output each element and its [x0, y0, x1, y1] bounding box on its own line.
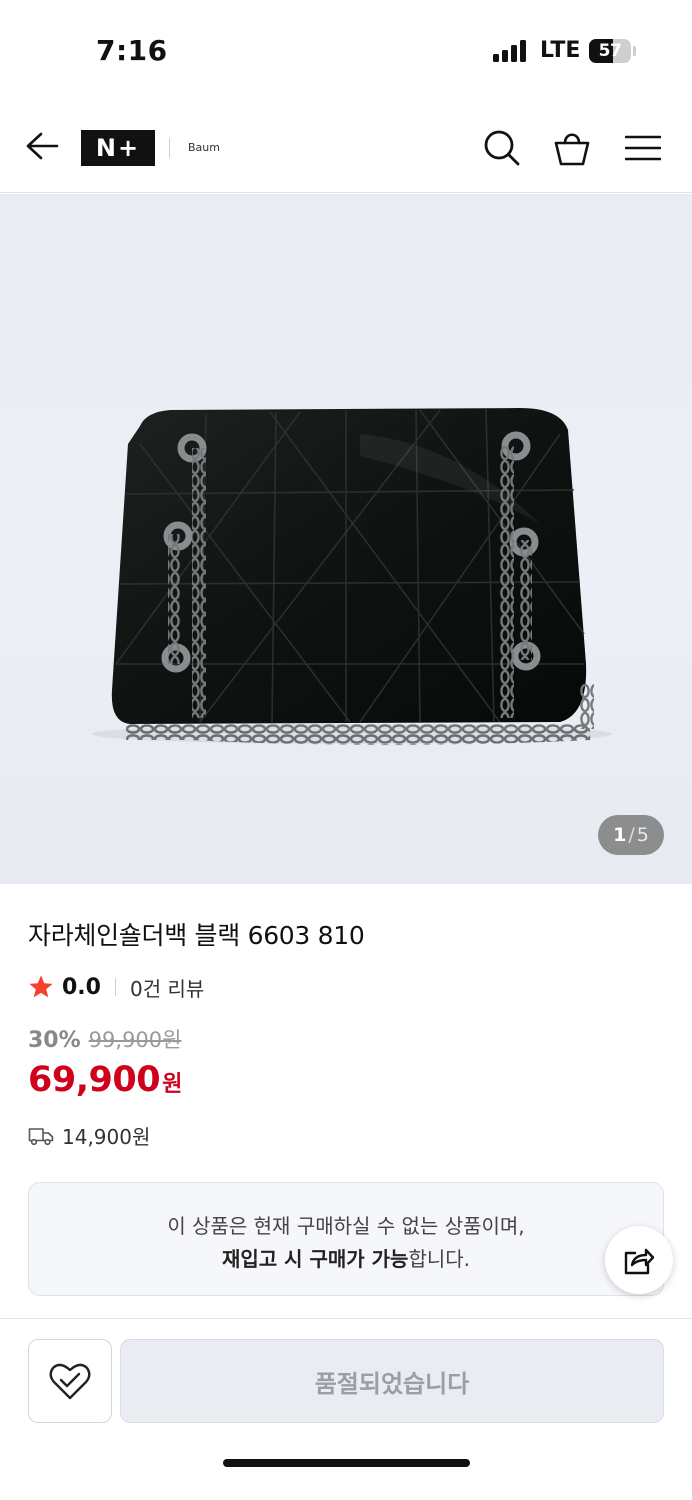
shopping-bag-button[interactable] [550, 126, 594, 170]
rating-score: 0.0 [62, 974, 101, 1000]
share-button[interactable] [605, 1226, 673, 1294]
search-icon [484, 130, 520, 166]
product-image-gallery[interactable] [0, 194, 692, 884]
battery-level: 57 [598, 41, 622, 61]
signal-strength-icon [493, 40, 527, 62]
notice-line-2: 재입고 시 구매가 가능합니다. [29, 1243, 663, 1272]
rating-row[interactable]: 0.0 0건 리뷰 [28, 970, 204, 1004]
sold-out-button[interactable]: 품절되었습니다 [120, 1339, 664, 1423]
sale-price-unit: 원 [162, 1072, 183, 1097]
search-button[interactable] [480, 126, 524, 170]
unavailable-notice: 이 상품은 현재 구매하실 수 없는 상품이며, 재입고 시 구매가 가능합니다… [28, 1182, 664, 1296]
original-price-row: 30% 99,900원 [28, 1024, 181, 1054]
battery-tip [633, 46, 636, 56]
discount-rate: 30% [28, 1028, 81, 1053]
notice-line-2-rest: 합니다. [408, 1247, 471, 1271]
product-image [92, 408, 612, 746]
shipping-row: 14,900원 [28, 1121, 150, 1150]
status-bar: 7:16 LTE 57 [0, 0, 692, 100]
delivery-truck-icon [28, 1127, 54, 1145]
share-icon [624, 1248, 655, 1275]
image-pager: 1 / 5 [598, 815, 664, 855]
status-time: 7:16 [96, 34, 168, 67]
brand-subtitle: Baum [188, 141, 220, 154]
logo-text: N+ [95, 134, 141, 162]
bottom-action-bar: 품절되었습니다 [0, 1318, 692, 1500]
review-count-link[interactable]: 0건 리뷰 [130, 973, 204, 1002]
brand-logo[interactable]: N+ [81, 130, 155, 166]
battery-icon: 57 [589, 39, 631, 63]
app-header: N+ Baum [0, 100, 692, 193]
hamburger-menu-icon [625, 135, 661, 161]
pager-current: 1 [613, 824, 627, 846]
arrow-left-icon [26, 132, 59, 160]
shipping-fee: 14,900원 [62, 1125, 151, 1149]
product-title: 자라체인숄더백 블랙 6603 810 [28, 921, 365, 950]
sale-price: 69,900 [28, 1060, 161, 1100]
heart-check-icon [49, 1363, 91, 1400]
star-icon [29, 975, 53, 998]
logo-divider [169, 138, 170, 158]
back-button[interactable] [22, 126, 62, 166]
rating-divider [114, 978, 116, 996]
pager-total: 5 [636, 824, 649, 846]
sale-price-row: 69,900 원 [28, 1060, 182, 1100]
wishlist-button[interactable] [28, 1339, 112, 1423]
shopping-bag-icon [554, 133, 590, 166]
original-price: 99,900원 [88, 1028, 182, 1052]
notice-restock-emphasis: 재입고 시 구매가 가능 [221, 1247, 409, 1271]
notice-line-1: 이 상품은 현재 구매하실 수 없는 상품이며, [167, 1214, 525, 1238]
menu-button[interactable] [620, 126, 666, 170]
home-indicator [223, 1459, 470, 1467]
network-type: LTE [540, 38, 581, 63]
pager-separator: / [628, 824, 635, 846]
